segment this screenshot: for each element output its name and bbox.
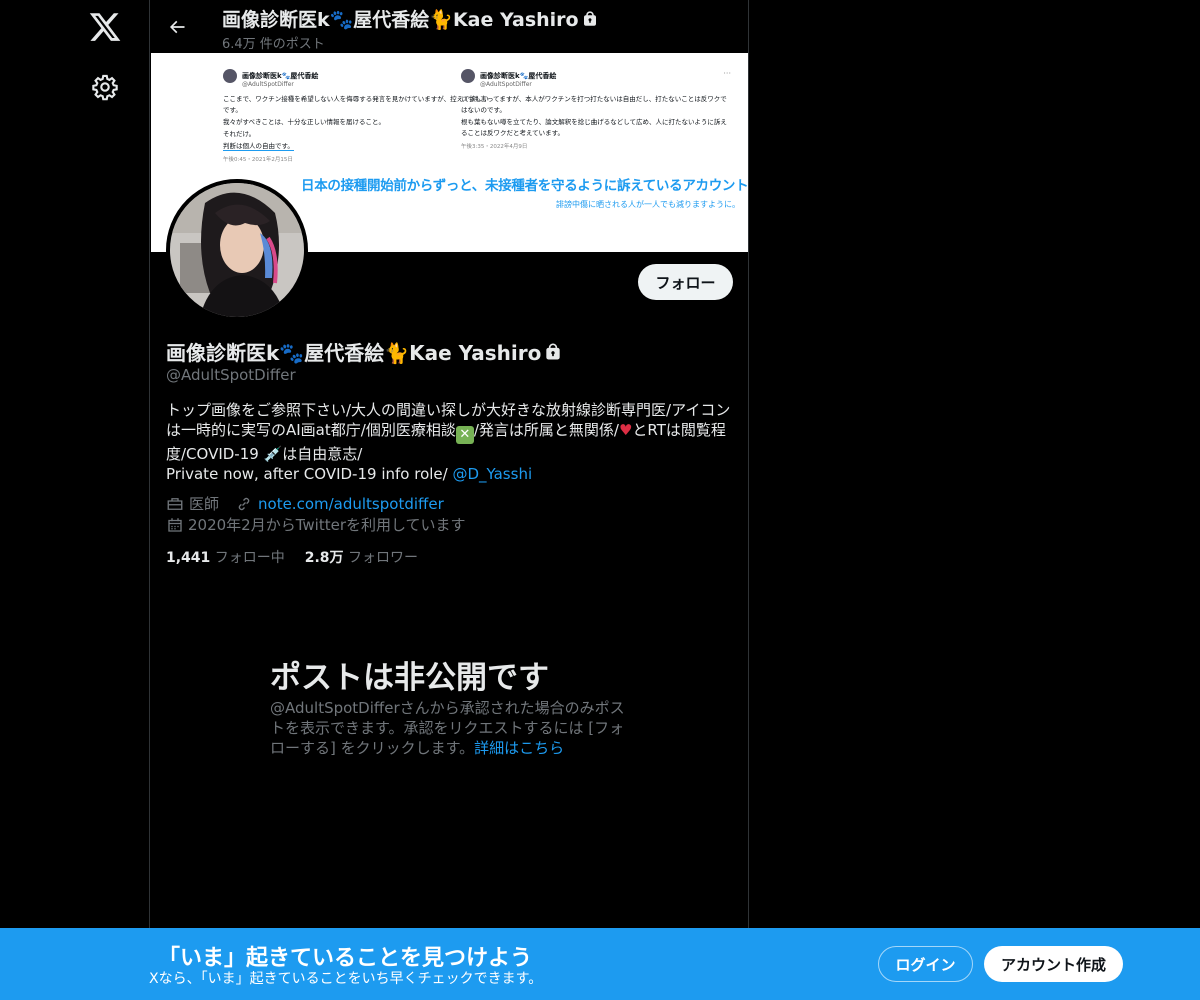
- banner-tweet-line: ここまで、ワクチン接種を希望しない人を侮辱する発言を見かけていますが、控えて欲し…: [223, 95, 489, 114]
- banner-tweet-line: 判断は個人の自由です。: [223, 142, 294, 151]
- avatar: [223, 69, 237, 83]
- avatar-image: [170, 183, 304, 317]
- back-arrow-icon: [169, 20, 185, 34]
- website-item: note.com/adultspotdiffer: [235, 495, 444, 513]
- banner-tweet-timestamp: 午後0:45・2021年2月15日: [223, 157, 293, 163]
- left-nav: [0, 0, 150, 1000]
- lock-icon: [546, 342, 561, 359]
- x-logo-icon[interactable]: [88, 10, 122, 44]
- profile-header-bar: 画像診断医k🐾屋代香絵🐈Kae Yashiro 6.4万 件のポスト: [150, 0, 748, 53]
- banner-tweet-line: それだけ。: [223, 130, 256, 138]
- post-count: 6.4万 件のポスト: [222, 37, 325, 52]
- create-account-button[interactable]: アカウント作成: [984, 946, 1123, 982]
- profession-item: 医師: [166, 493, 219, 514]
- profile-meta-row: 医師 note.com/adultspotdiffer: [166, 493, 456, 514]
- cross-mark-icon: ✕: [455, 426, 474, 444]
- signup-banner-subtitle: Xなら、「いま」起きていることをいち早くチェックできます。: [149, 971, 543, 987]
- banner-subline: 誹謗中傷に晒される人が一人でも減りますように。: [556, 200, 740, 209]
- calendar-icon: [168, 517, 182, 532]
- followers-label: フォロワー: [348, 550, 419, 566]
- banner-tweet-left: 画像診断医k🐾屋代香絵 @AdultSpotDiffer ··· ここまで、ワク…: [223, 69, 493, 163]
- login-button[interactable]: ログイン: [878, 946, 973, 982]
- profile-column: 画像診断医k🐾屋代香絵🐈Kae Yashiro 6.4万 件のポスト 画像診断医…: [149, 0, 749, 1000]
- gear-icon[interactable]: [91, 73, 119, 101]
- heart-icon: ♥: [618, 421, 633, 439]
- briefcase-icon: [167, 497, 183, 510]
- profile-display-name-row: 画像診断医k🐾屋代香絵🐈Kae Yashiro: [166, 337, 563, 366]
- link-icon: [238, 497, 250, 510]
- banner-tweet-line: 根も葉もない噂を立てたり、論文解釈を捻じ曲げるなどして広め、人に打たないように訴…: [461, 118, 727, 137]
- profession-label: 医師: [189, 495, 220, 513]
- profile-bio: トップ画像をご参照下さい/大人の間違い探しが大好きな放射線診断専門医/アイコンは…: [166, 400, 736, 484]
- more-icon: ···: [723, 69, 731, 78]
- profile-handle: @AdultSpotDiffer: [166, 366, 296, 384]
- banner-tweet-handle: @AdultSpotDiffer: [480, 81, 532, 88]
- private-notice-text: @AdultSpotDifferさんから承認された場合のみポストを表示できます。…: [270, 699, 625, 757]
- following-stat[interactable]: 1,441 フォロー中: [166, 547, 285, 567]
- back-button[interactable]: [160, 10, 194, 44]
- joined-date: 2020年2月からTwitterを利用しています: [188, 516, 466, 534]
- private-notice-title: ポストは非公開です: [270, 660, 549, 696]
- banner-tweet-timestamp: 午後3:35・2022年4月9日: [461, 144, 528, 150]
- banner-tweet-name: 画像診断医k🐾屋代香絵: [480, 72, 557, 80]
- lock-icon: [583, 10, 596, 26]
- profile-avatar[interactable]: [166, 179, 308, 321]
- profile-display-name: 画像診断医k🐾屋代香絵🐈Kae Yashiro: [166, 341, 542, 365]
- website-link[interactable]: note.com/adultspotdiffer: [258, 495, 444, 513]
- follow-button[interactable]: フォロー: [638, 264, 733, 300]
- private-notice-desc: @AdultSpotDifferさんから承認された場合のみポストを表示できます。…: [270, 698, 632, 758]
- banner-headline: 日本の接種開始前からずっと、未接種者を守るように訴えているアカウントです。: [301, 178, 748, 194]
- banner-tweet-line: 我々がすべきことは、十分な正しい情報を届けること。: [223, 118, 386, 126]
- banner-tweet-right: 画像診断医k🐾屋代香絵 @AdultSpotDiffer ··· いつも言ってま…: [461, 69, 731, 150]
- avatar: [461, 69, 475, 83]
- banner-tweet-handle: @AdultSpotDiffer: [242, 81, 294, 88]
- bio-text: /発言は所属と無関係/: [473, 421, 619, 439]
- follow-stats: 1,441 フォロー中 2.8万 フォロワー: [166, 547, 418, 567]
- followers-stat[interactable]: 2.8万 フォロワー: [305, 547, 418, 567]
- bio-mention-link[interactable]: @D_Yasshi: [452, 465, 532, 483]
- header-title: 画像診断医k🐾屋代香絵🐈Kae Yashiro: [222, 5, 599, 32]
- followers-count: 2.8万: [304, 550, 344, 566]
- learn-more-link[interactable]: 詳細はこちら: [474, 739, 564, 757]
- bio-text: Private now, after COVID-19 info role/: [166, 465, 453, 483]
- banner-tweet-line: いつも言ってますが、本人がワクチンを打つ打たないは自由だし、打たないことは反ワク…: [461, 95, 727, 114]
- following-label: フォロー中: [214, 550, 285, 566]
- header-display-name: 画像診断医k🐾屋代香絵🐈Kae Yashiro: [222, 9, 579, 31]
- joined-row: 2020年2月からTwitterを利用しています: [166, 514, 466, 535]
- banner-tweet-name: 画像診断医k🐾屋代香絵: [242, 72, 319, 80]
- following-count: 1,441: [166, 550, 211, 566]
